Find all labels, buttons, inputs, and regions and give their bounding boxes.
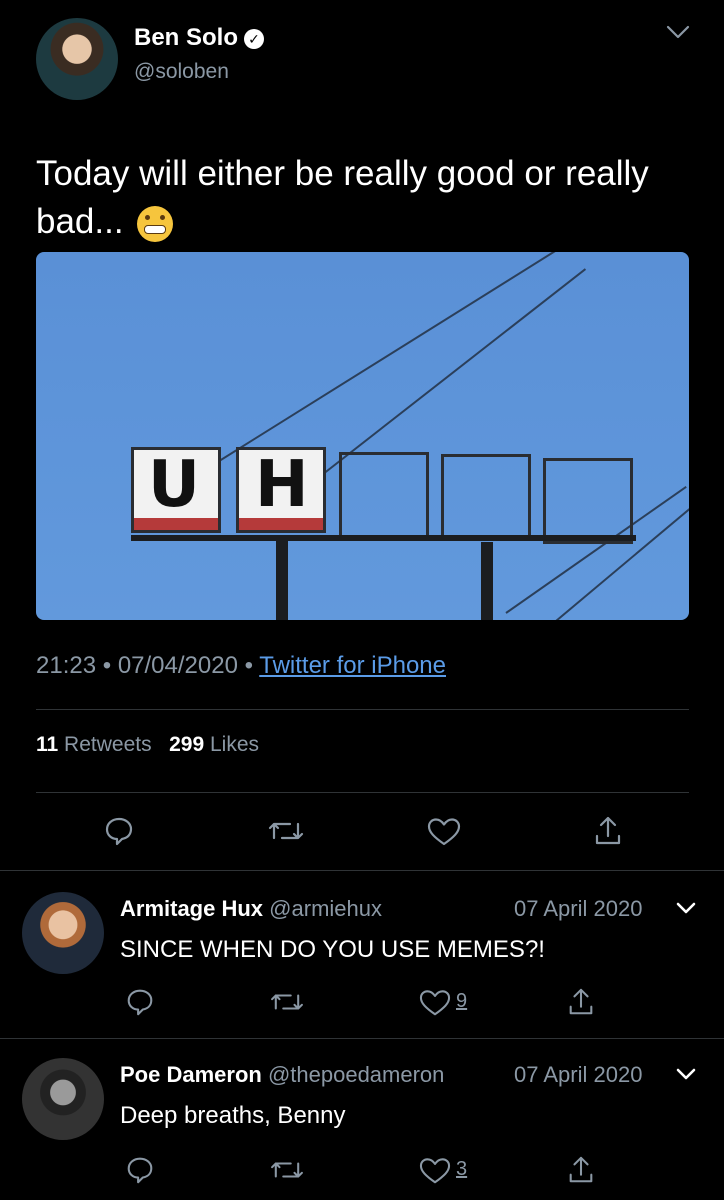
- likes-stat[interactable]: 299 Likes: [169, 733, 259, 756]
- reply-author-handle: @armiehux: [269, 896, 382, 921]
- like-icon[interactable]: [426, 816, 462, 848]
- sign-pole: [481, 542, 493, 620]
- sign-letter-h: H: [255, 448, 309, 522]
- reply-author-name[interactable]: Poe Dameron: [120, 1062, 262, 1087]
- reply-author-handle: @thepoedameron: [267, 1062, 445, 1087]
- reply-date: 07 April 2020: [514, 1062, 643, 1087]
- reply-text: Deep breaths, Benny: [120, 1102, 346, 1129]
- sign-panel-h: H: [236, 447, 326, 533]
- verified-badge-icon: ✓: [244, 28, 265, 49]
- sign-pole: [276, 540, 288, 620]
- tweet-image[interactable]: U H: [36, 252, 689, 620]
- sign-letter-u: U: [148, 448, 200, 522]
- meta-dot: •: [102, 652, 118, 679]
- share-icon[interactable]: [592, 814, 624, 848]
- reply-header: Armitage Hux @armiehux: [120, 896, 382, 922]
- power-line: [215, 252, 582, 464]
- divider: [0, 870, 724, 871]
- chevron-down-icon[interactable]: [674, 1064, 698, 1084]
- share-icon[interactable]: [566, 986, 596, 1018]
- reply-date: 07 April 2020: [514, 896, 643, 921]
- author-handle: @soloben: [134, 60, 229, 83]
- retweets-label: Retweets: [64, 733, 152, 756]
- reply-avatar[interactable]: [22, 892, 104, 974]
- chevron-down-icon[interactable]: [674, 898, 698, 918]
- power-line: [285, 268, 587, 504]
- reply-icon[interactable]: [102, 814, 136, 848]
- author-name: Ben Solo: [134, 24, 239, 51]
- like-icon[interactable]: [418, 1156, 452, 1186]
- likes-count: 299: [169, 733, 205, 756]
- divider: [36, 709, 689, 710]
- like-icon[interactable]: [418, 988, 452, 1018]
- reply-author-name[interactable]: Armitage Hux: [120, 896, 263, 921]
- divider: [0, 1038, 724, 1039]
- reply-header: Poe Dameron @thepoedameron: [120, 1062, 444, 1088]
- share-icon[interactable]: [566, 1154, 596, 1186]
- divider: [36, 792, 689, 793]
- engagement-stats: 11 Retweets 299 Likes: [36, 733, 259, 757]
- reply-text: SINCE WHEN DO YOU USE MEMES?!: [120, 936, 545, 963]
- tweet-time: 21:23: [36, 652, 97, 679]
- tweet-text: Today will either be really good or real…: [36, 150, 696, 246]
- tweet-date: 07/04/2020: [117, 652, 238, 679]
- grimacing-face-icon: [137, 205, 174, 242]
- reply-icon[interactable]: [124, 986, 156, 1018]
- tweet-meta: 21:23 • 07/04/2020 • Twitter for iPhone: [36, 652, 446, 680]
- reply-like-count: 3: [456, 1158, 468, 1180]
- retweet-icon[interactable]: [268, 816, 304, 846]
- retweets-count: 11: [36, 733, 59, 756]
- retweet-icon[interactable]: [270, 1156, 304, 1184]
- sign-empty-box: [441, 454, 531, 540]
- reply-icon[interactable]: [124, 1154, 156, 1186]
- tweet-text-body: Today will either be really good or real…: [36, 154, 649, 241]
- sign-empty-box: [339, 452, 429, 538]
- reply-like-count: 9: [456, 990, 468, 1012]
- tweet-source-link[interactable]: Twitter for iPhone: [259, 652, 446, 679]
- author-name-row[interactable]: Ben Solo ✓: [134, 24, 265, 52]
- sign-panel-u: U: [131, 447, 221, 533]
- sign-beam: [131, 535, 636, 541]
- sign-empty-box: [543, 458, 633, 544]
- meta-dot: •: [244, 652, 260, 679]
- retweet-icon[interactable]: [270, 988, 304, 1016]
- chevron-down-icon[interactable]: [664, 22, 692, 42]
- retweets-stat[interactable]: 11 Retweets: [36, 733, 157, 756]
- author-avatar[interactable]: [36, 18, 118, 100]
- reply-avatar[interactable]: [22, 1058, 104, 1140]
- likes-label: Likes: [210, 733, 260, 756]
